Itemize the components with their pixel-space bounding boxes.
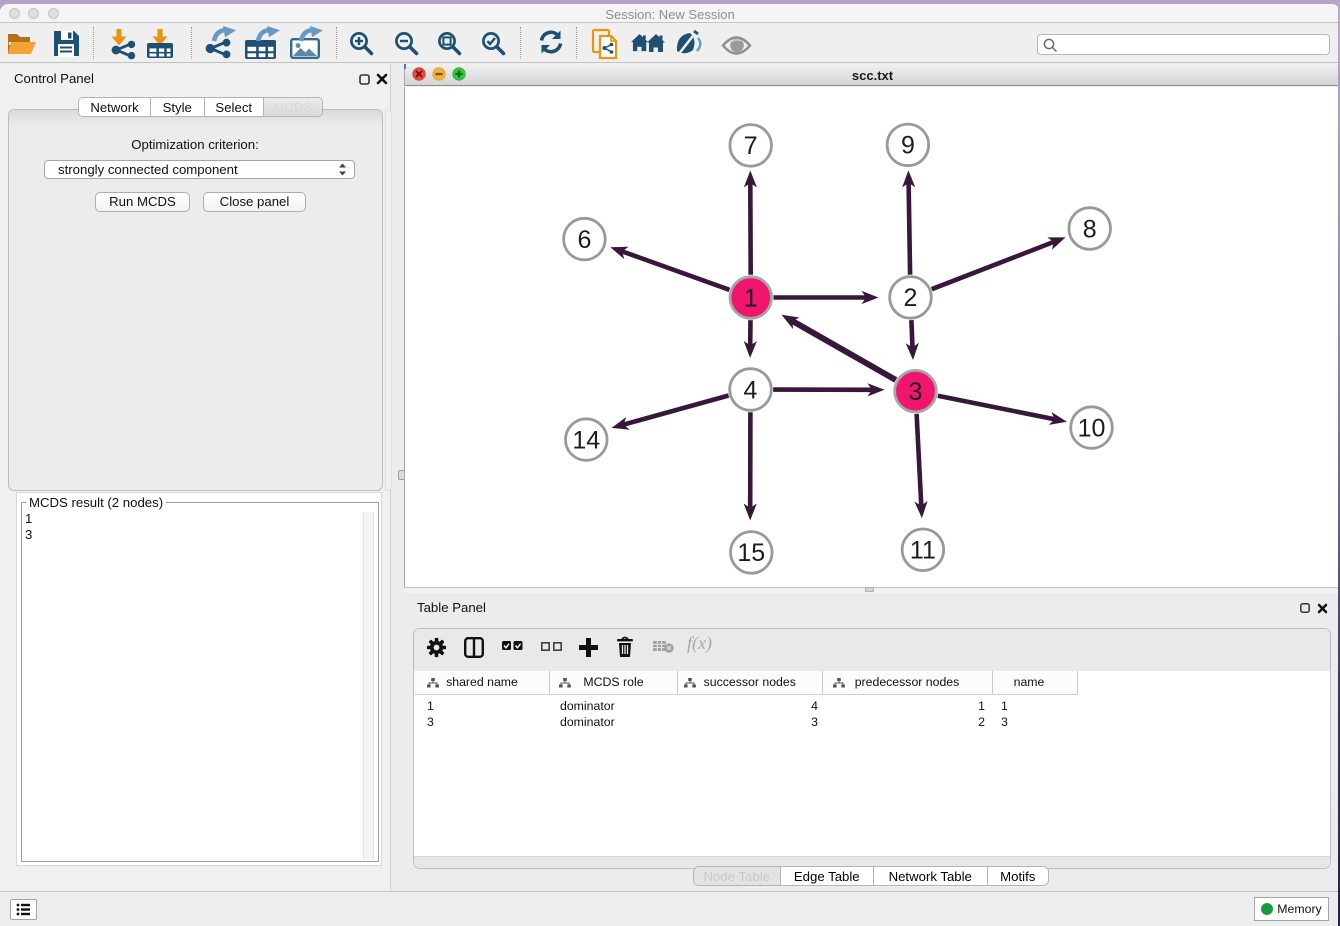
svg-text:3: 3 bbox=[909, 378, 923, 406]
svg-text:4: 4 bbox=[744, 376, 758, 404]
svg-text:14: 14 bbox=[572, 426, 600, 454]
svg-text:11: 11 bbox=[910, 537, 936, 565]
svg-text:8: 8 bbox=[1083, 215, 1097, 243]
svg-text:2: 2 bbox=[904, 284, 918, 312]
svg-text:9: 9 bbox=[901, 132, 915, 160]
svg-text:15: 15 bbox=[737, 539, 765, 567]
svg-text:6: 6 bbox=[577, 226, 591, 254]
svg-text:10: 10 bbox=[1078, 414, 1106, 442]
svg-text:7: 7 bbox=[744, 132, 758, 160]
svg-text:1: 1 bbox=[744, 284, 758, 312]
